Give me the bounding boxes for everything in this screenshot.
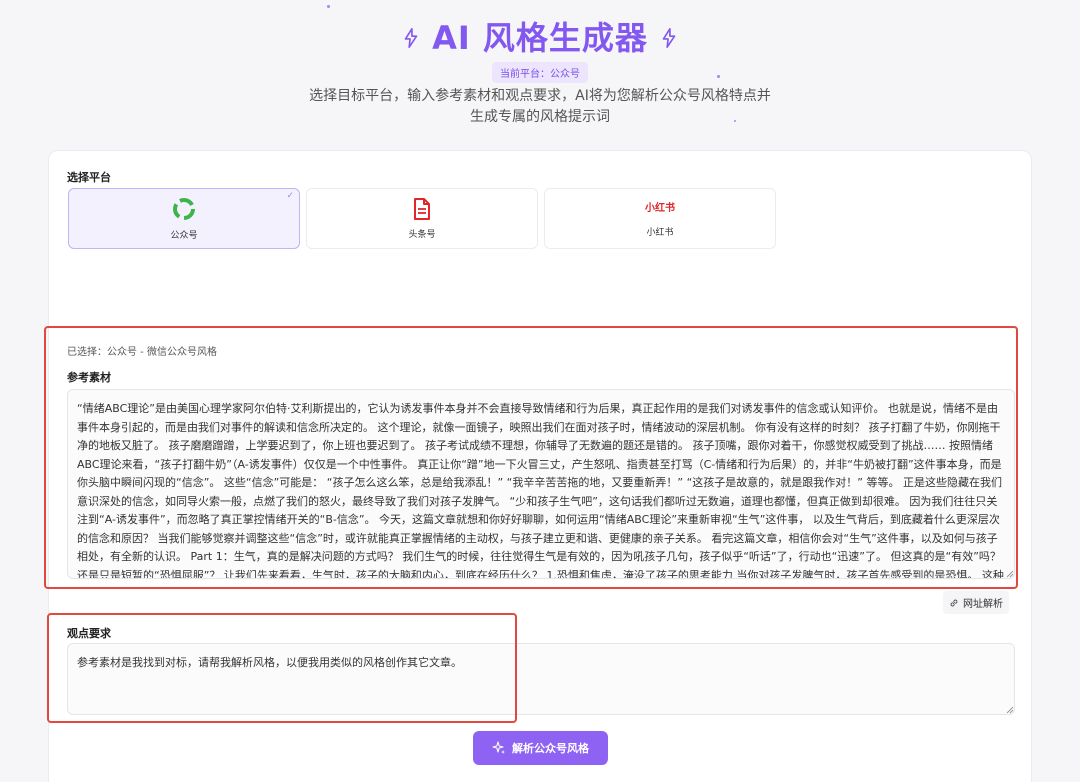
analyze-style-label: 解析公众号风格 bbox=[512, 742, 589, 755]
link-icon bbox=[950, 599, 958, 606]
selected-platform-info: 已选择：公众号 - 微信公众号风格 bbox=[67, 347, 217, 358]
material-textarea[interactable]: “情绪ABC理论”是由美国心理学家阿尔伯特·艾利斯提出的，它认为诱发事件本身并不… bbox=[67, 389, 1015, 579]
platform-option-toutiao[interactable]: 头条号 bbox=[306, 188, 538, 249]
url-parse-button[interactable]: 网址解析 bbox=[943, 591, 1009, 614]
sparkle-icon bbox=[404, 28, 418, 48]
viewpoint-label: 观点要求 bbox=[67, 627, 111, 640]
platform-name: 头条号 bbox=[408, 230, 436, 240]
platform-name: 小红书 bbox=[646, 228, 674, 238]
material-label: 参考素材 bbox=[67, 371, 111, 384]
decor-dot bbox=[327, 5, 330, 8]
xiaohongshu-logo: 小红书 bbox=[645, 203, 675, 214]
page-subtitle: 选择目标平台，输入参考素材和观点要求，AI将为您解析公众号风格特点并 生成专属的… bbox=[290, 86, 790, 128]
resize-handle-icon[interactable] bbox=[1006, 570, 1014, 578]
document-icon bbox=[414, 198, 430, 220]
platform-selector: ✓ 公众号 头条号 小红书 小红书 bbox=[68, 188, 776, 249]
platform-name: 公众号 bbox=[170, 231, 198, 241]
sparkle-icon bbox=[662, 28, 676, 48]
viewpoint-textarea[interactable]: 参考素材是我找到对标，请帮我解析风格，以便我用类似的风格创作其它文章。 bbox=[67, 643, 1015, 715]
sparkles-icon bbox=[492, 741, 505, 754]
wechat-mp-icon bbox=[173, 198, 195, 220]
analyze-style-button[interactable]: 解析公众号风格 bbox=[473, 731, 608, 765]
platform-option-gongzhonghao[interactable]: ✓ 公众号 bbox=[68, 188, 300, 249]
current-platform-badge: 当前平台：公众号 bbox=[492, 62, 588, 83]
subtitle-line: 生成专属的风格提示词 bbox=[470, 109, 610, 125]
platform-option-xiaohongshu[interactable]: 小红书 小红书 bbox=[544, 188, 776, 249]
resize-handle-icon[interactable] bbox=[1006, 706, 1014, 714]
url-parse-label: 网址解析 bbox=[963, 599, 1003, 610]
main-card: 选择平台 ✓ 公众号 头条号 小红书 小红书 已选择：公众号 - 微信公众号风格… bbox=[48, 150, 1032, 782]
subtitle-line: 选择目标平台，输入参考素材和观点要求，AI将为您解析公众号风格特点并 bbox=[309, 88, 771, 104]
platform-section-label: 选择平台 bbox=[67, 171, 111, 184]
page-title: AI 风格生成器 bbox=[432, 19, 648, 57]
check-icon: ✓ bbox=[286, 191, 294, 201]
decor-dot bbox=[717, 75, 720, 78]
